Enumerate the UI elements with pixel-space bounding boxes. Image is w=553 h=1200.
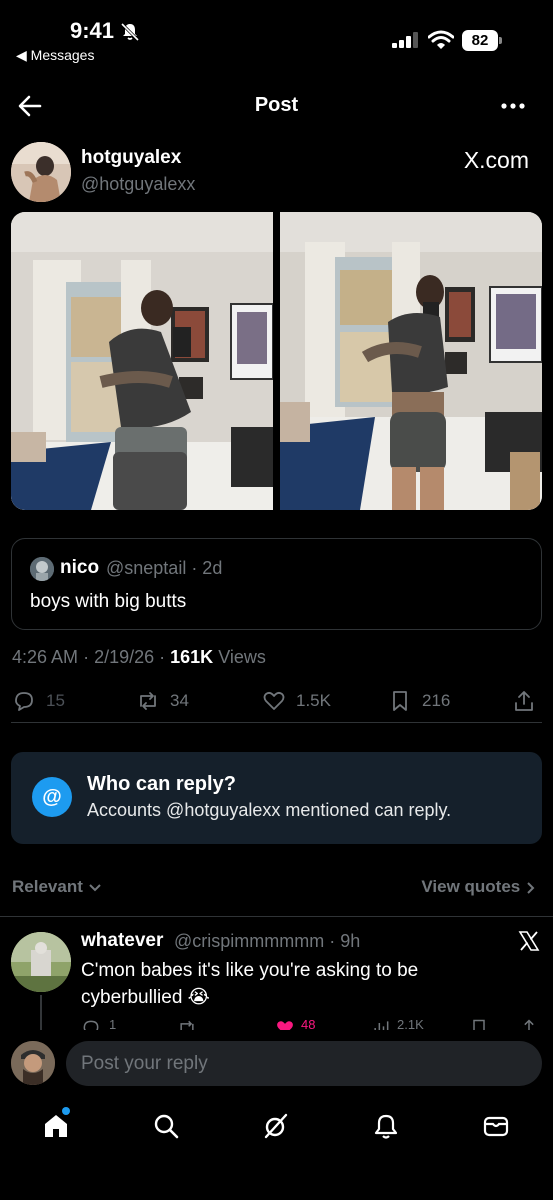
- tab-search[interactable]: [152, 1112, 182, 1142]
- new-posts-indicator: [62, 1107, 70, 1115]
- status-bar: 9:41 ◀ Messages 82: [0, 0, 553, 70]
- views-label: Views: [218, 647, 266, 667]
- battery-nub: [499, 37, 502, 44]
- bookmark-count: 216: [422, 691, 451, 710]
- meta-separator: ·: [159, 647, 171, 667]
- reply-author-name[interactable]: whatever: [81, 930, 163, 952]
- bookmark-icon: [393, 691, 407, 711]
- author-name[interactable]: hotguyalex: [81, 147, 181, 169]
- views-count: 161K: [170, 647, 214, 667]
- battery-level: 82: [462, 30, 498, 51]
- author-handle[interactable]: @hotguyalexx: [81, 174, 195, 195]
- tab-home[interactable]: [42, 1112, 72, 1142]
- wifi-icon: [428, 30, 454, 49]
- view-quotes-link[interactable]: View quotes: [421, 877, 537, 897]
- repost-button[interactable]: 34: [136, 686, 189, 716]
- sort-label: Relevant: [12, 877, 83, 896]
- chevron-right-icon: [527, 881, 535, 894]
- share-button[interactable]: [512, 686, 536, 716]
- heart-icon: [263, 691, 285, 710]
- reply-text: C'mon babes it's like you're asking to b…: [81, 960, 419, 1008]
- who-can-reply-card: @ Who can reply? Accounts @hotguyalexx m…: [11, 752, 542, 844]
- reply-author-handle[interactable]: @crispimmmmmm · 9h: [174, 931, 360, 952]
- current-user-avatar[interactable]: [11, 1041, 55, 1085]
- reply-icon: [15, 692, 33, 711]
- x-logo-icon: [518, 931, 540, 951]
- chevron-down-icon: [88, 883, 101, 891]
- reply-button[interactable]: 15: [12, 686, 65, 716]
- top-nav: Post: [0, 82, 553, 128]
- reply-count: 15: [46, 691, 65, 710]
- meta-separator: ·: [83, 647, 95, 667]
- who-can-reply-title: Who can reply?: [87, 773, 236, 795]
- divider: [0, 916, 553, 917]
- envelope-icon: [483, 1116, 509, 1137]
- quoted-author-avatar: [30, 557, 54, 581]
- view-quotes-label: View quotes: [421, 877, 521, 896]
- repost-count: 34: [170, 691, 189, 710]
- quoted-author-handle: @sneptail · 2d: [106, 558, 223, 578]
- author-avatar[interactable]: [11, 142, 71, 202]
- post-date: 2/19/26: [94, 647, 155, 667]
- bell-icon: [374, 1114, 398, 1139]
- repost-icon: [140, 692, 156, 710]
- battery-indicator: 82: [462, 30, 502, 51]
- search-icon: [154, 1114, 179, 1139]
- like-button[interactable]: 1.5K: [262, 686, 331, 716]
- quoted-post[interactable]: nico @sneptail · 2d boys with big butts: [11, 538, 542, 630]
- post-photo-2[interactable]: [280, 212, 542, 510]
- tab-notifications[interactable]: [372, 1112, 402, 1142]
- quoted-post-text: boys with big butts: [30, 591, 187, 612]
- page-title: Post: [254, 94, 299, 116]
- tab-grok[interactable]: [262, 1112, 292, 1142]
- post-actions: 15 34 1.5K 216: [0, 686, 553, 716]
- tab-messages[interactable]: [482, 1112, 512, 1142]
- share-icon: [515, 691, 533, 711]
- home-icon: [45, 1115, 67, 1137]
- bookmark-button[interactable]: 216: [388, 686, 450, 716]
- at-sign-icon: @: [32, 777, 72, 817]
- who-can-reply-subtitle: Accounts @hotguyalexx mentioned can repl…: [87, 800, 452, 820]
- reply-author-avatar[interactable]: [11, 932, 71, 992]
- reply-composer: Post your reply: [0, 1030, 553, 1100]
- thread-line: [40, 995, 42, 1031]
- bottom-tab-bar: [0, 1100, 553, 1200]
- like-count: 1.5K: [296, 691, 331, 710]
- status-time: 9:41: [70, 18, 115, 43]
- reply-input[interactable]: Post your reply: [66, 1041, 542, 1086]
- sort-relevant-dropdown[interactable]: Relevant: [12, 877, 102, 897]
- back-to-messages-link[interactable]: ◀ Messages: [16, 47, 94, 64]
- post-meta: 4:26 AM · 2/19/26 · 161K Views: [12, 647, 266, 668]
- more-options-icon[interactable]: [499, 94, 527, 118]
- post-photo-1[interactable]: [11, 212, 273, 510]
- post-time: 4:26 AM: [12, 647, 79, 667]
- cellular-signal-icon: [392, 32, 418, 48]
- divider: [11, 722, 542, 723]
- quoted-author-name: nico: [60, 557, 100, 578]
- bell-slash-icon: [120, 22, 140, 42]
- grok-icon: [264, 1113, 288, 1139]
- x-com-watermark: X.com: [463, 147, 529, 173]
